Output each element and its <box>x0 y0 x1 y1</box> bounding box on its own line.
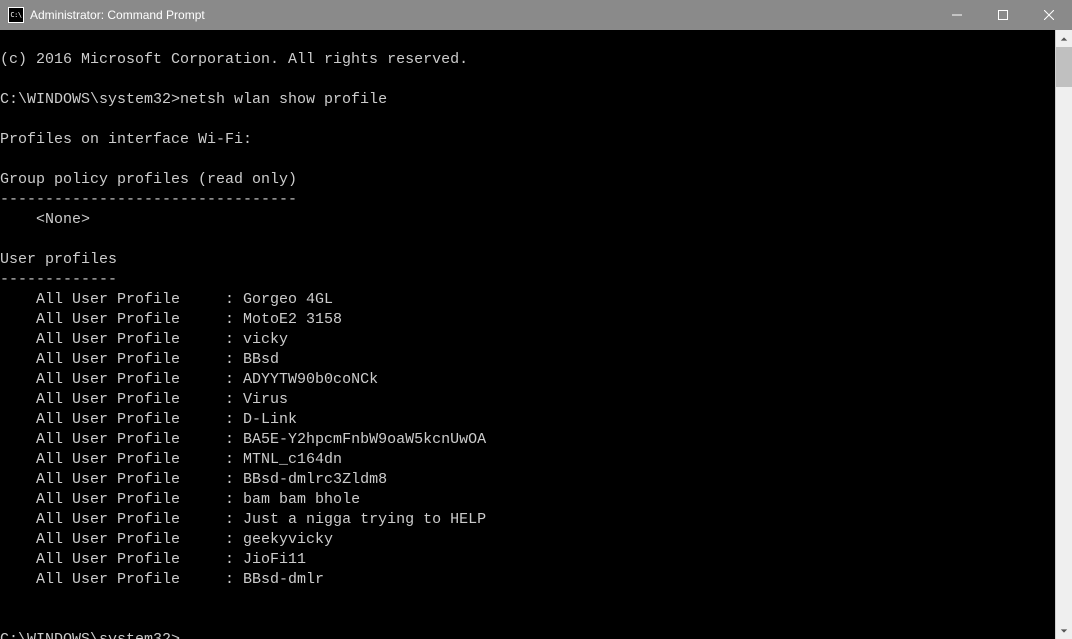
gp-none: <None> <box>0 211 90 228</box>
profile-row: All User Profile : Virus <box>0 390 1055 410</box>
profile-label: All User Profile : <box>0 531 243 548</box>
scroll-thumb[interactable] <box>1056 47 1072 87</box>
window-titlebar: C:\ Administrator: Command Prompt <box>0 0 1072 30</box>
up-separator: ------------- <box>0 271 117 288</box>
prompt-path: C:\WINDOWS\system32> <box>0 91 180 108</box>
profile-name: geekyvicky <box>243 531 333 548</box>
profile-name: bam bam bhole <box>243 491 360 508</box>
profile-row: All User Profile : BBsd-dmlrc3Zldm8 <box>0 470 1055 490</box>
profile-label: All User Profile : <box>0 451 243 468</box>
profile-name: MotoE2 3158 <box>243 311 342 328</box>
profile-name: BBsd <box>243 351 279 368</box>
profile-name: JioFi11 <box>243 551 306 568</box>
profiles-list: All User Profile : Gorgeo 4GL All User P… <box>0 290 1055 590</box>
gp-separator: --------------------------------- <box>0 191 297 208</box>
profile-row: All User Profile : Just a nigga trying t… <box>0 510 1055 530</box>
close-icon <box>1044 10 1054 20</box>
scroll-track[interactable] <box>1056 47 1072 622</box>
profile-row: All User Profile : BA5E-Y2hpcmFnbW9oaW5k… <box>0 430 1055 450</box>
window-title: Administrator: Command Prompt <box>30 8 934 22</box>
cmd-icon: C:\ <box>8 7 24 23</box>
profile-row: All User Profile : Gorgeo 4GL <box>0 290 1055 310</box>
profile-name: BBsd-dmlrc3Zldm8 <box>243 471 387 488</box>
minimize-button[interactable] <box>934 0 980 30</box>
profile-row: All User Profile : geekyvicky <box>0 530 1055 550</box>
maximize-icon <box>998 10 1008 20</box>
profile-label: All User Profile : <box>0 431 243 448</box>
up-header: User profiles <box>0 251 117 268</box>
vertical-scrollbar[interactable] <box>1055 30 1072 639</box>
profile-label: All User Profile : <box>0 391 243 408</box>
profile-label: All User Profile : <box>0 511 243 528</box>
profile-label: All User Profile : <box>0 291 243 308</box>
profile-name: MTNL_c164dn <box>243 451 342 468</box>
profile-name: Just a nigga trying to HELP <box>243 511 486 528</box>
chevron-up-icon <box>1060 35 1068 43</box>
profile-label: All User Profile : <box>0 471 243 488</box>
profile-row: All User Profile : BBsd <box>0 350 1055 370</box>
gp-header: Group policy profiles (read only) <box>0 171 297 188</box>
profile-label: All User Profile : <box>0 351 243 368</box>
profile-row: All User Profile : vicky <box>0 330 1055 350</box>
prompt-path: C:\WINDOWS\system32> <box>0 631 180 639</box>
profile-label: All User Profile : <box>0 311 243 328</box>
chevron-down-icon <box>1060 627 1068 635</box>
minimize-icon <box>952 10 962 20</box>
profile-label: All User Profile : <box>0 551 243 568</box>
profile-label: All User Profile : <box>0 411 243 428</box>
profile-row: All User Profile : JioFi11 <box>0 550 1055 570</box>
scroll-up-button[interactable] <box>1056 30 1072 47</box>
profile-row: All User Profile : bam bam bhole <box>0 490 1055 510</box>
profile-name: Gorgeo 4GL <box>243 291 333 308</box>
profile-label: All User Profile : <box>0 371 243 388</box>
profile-label: All User Profile : <box>0 331 243 348</box>
terminal-output[interactable]: (c) 2016 Microsoft Corporation. All righ… <box>0 30 1055 639</box>
profile-name: Virus <box>243 391 288 408</box>
profile-row: All User Profile : MTNL_c164dn <box>0 450 1055 470</box>
profile-name: D-Link <box>243 411 297 428</box>
profile-row: All User Profile : D-Link <box>0 410 1055 430</box>
close-button[interactable] <box>1026 0 1072 30</box>
profile-row: All User Profile : BBsd-dmlr <box>0 570 1055 590</box>
profile-name: vicky <box>243 331 288 348</box>
profile-name: BA5E-Y2hpcmFnbW9oaW5kcnUwOA <box>243 431 486 448</box>
profile-label: All User Profile : <box>0 571 243 588</box>
window-buttons <box>934 0 1072 30</box>
interface-header: Profiles on interface Wi-Fi: <box>0 131 252 148</box>
copyright-line: (c) 2016 Microsoft Corporation. All righ… <box>0 51 468 68</box>
profile-name: BBsd-dmlr <box>243 571 324 588</box>
profile-row: All User Profile : MotoE2 3158 <box>0 310 1055 330</box>
maximize-button[interactable] <box>980 0 1026 30</box>
profile-label: All User Profile : <box>0 491 243 508</box>
profile-row: All User Profile : ADYYTW90b0coNCk <box>0 370 1055 390</box>
scroll-down-button[interactable] <box>1056 622 1072 639</box>
profile-name: ADYYTW90b0coNCk <box>243 371 378 388</box>
command-text: netsh wlan show profile <box>180 91 387 108</box>
